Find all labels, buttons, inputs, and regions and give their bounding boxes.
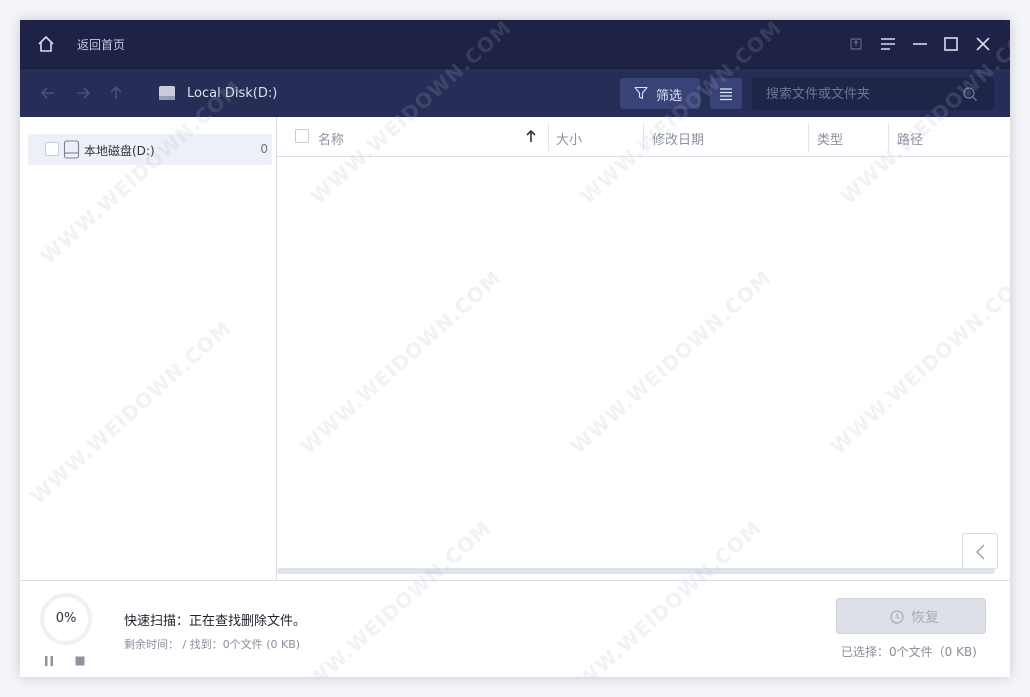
list-icon [720, 88, 732, 101]
search-icon[interactable] [962, 86, 978, 102]
recover-button[interactable]: 恢复 [836, 598, 986, 634]
tree-item-label: 本地磁盘(D:) [84, 144, 155, 158]
toolbar: Local Disk(D:) 筛选 [20, 68, 1010, 118]
upload-icon[interactable] [846, 34, 866, 54]
location-label: Local Disk(D:) [187, 86, 278, 101]
history-icon [890, 610, 904, 624]
title-bar: 返回首页 [20, 20, 1010, 68]
stop-icon[interactable] [74, 655, 86, 667]
app-window: 返回首页 Local Disk(D:) 筛选 搜索文件或文件夹 本地磁盘(D:)… [20, 20, 1010, 677]
list-header: 名称 大小 修改日期 类型 路径 [277, 117, 1010, 157]
search-box [752, 77, 994, 110]
filter-icon [634, 86, 648, 100]
tree-item-checkbox[interactable] [45, 142, 59, 156]
pause-icon[interactable] [43, 655, 55, 667]
maximize-icon[interactable] [941, 34, 961, 54]
horizontal-scrollbar[interactable] [277, 568, 995, 574]
back-arrow-icon[interactable] [38, 83, 58, 103]
column-type[interactable]: 类型 [817, 129, 843, 148]
up-arrow-icon[interactable] [106, 83, 126, 103]
filter-button[interactable]: 筛选 [620, 78, 700, 109]
search-input[interactable] [764, 83, 958, 105]
column-divider[interactable] [888, 123, 889, 151]
chevron-left-icon [975, 544, 985, 560]
column-divider[interactable] [808, 123, 809, 151]
tree-item-local-disk[interactable]: 本地磁盘(D:) 0 [28, 134, 272, 165]
list-view-button[interactable] [710, 78, 742, 109]
back-home-link[interactable]: 返回首页 [77, 36, 125, 53]
column-date[interactable]: 修改日期 [652, 129, 704, 148]
scan-status-title: 快速扫描：正在查找删除文件。 [124, 614, 307, 629]
selected-info: 已选择：0个文件（0 KB) [841, 645, 977, 659]
column-divider[interactable] [548, 123, 549, 151]
drive-icon [63, 140, 80, 159]
file-list: 名称 大小 修改日期 类型 路径 [277, 117, 1010, 580]
column-path[interactable]: 路径 [897, 129, 923, 148]
scan-status-detail: 剩余时间： / 找到：0个文件 (0 KB) [124, 638, 301, 651]
status-bar: 0% 快速扫描：正在查找删除文件。 剩余时间： / 找到：0个文件 (0 KB)… [20, 580, 1010, 677]
column-name[interactable]: 名称 [318, 129, 344, 148]
tree-item-count: 0 [260, 142, 268, 156]
column-size[interactable]: 大小 [556, 129, 582, 148]
progress-percent: 0% [55, 611, 77, 626]
recover-label: 恢复 [911, 610, 939, 626]
close-icon[interactable] [973, 34, 993, 54]
sort-arrow-icon[interactable] [525, 129, 537, 143]
home-icon[interactable] [36, 34, 56, 54]
column-divider[interactable] [643, 123, 644, 151]
menu-icon[interactable] [878, 34, 898, 54]
disk-icon [159, 86, 175, 100]
minimize-icon[interactable] [910, 34, 930, 54]
forward-arrow-icon[interactable] [73, 83, 93, 103]
collapse-panel-button[interactable] [962, 533, 998, 569]
select-all-checkbox[interactable] [295, 129, 309, 143]
filter-label: 筛选 [656, 89, 683, 104]
folder-tree-panel: 本地磁盘(D:) 0 [20, 117, 277, 580]
